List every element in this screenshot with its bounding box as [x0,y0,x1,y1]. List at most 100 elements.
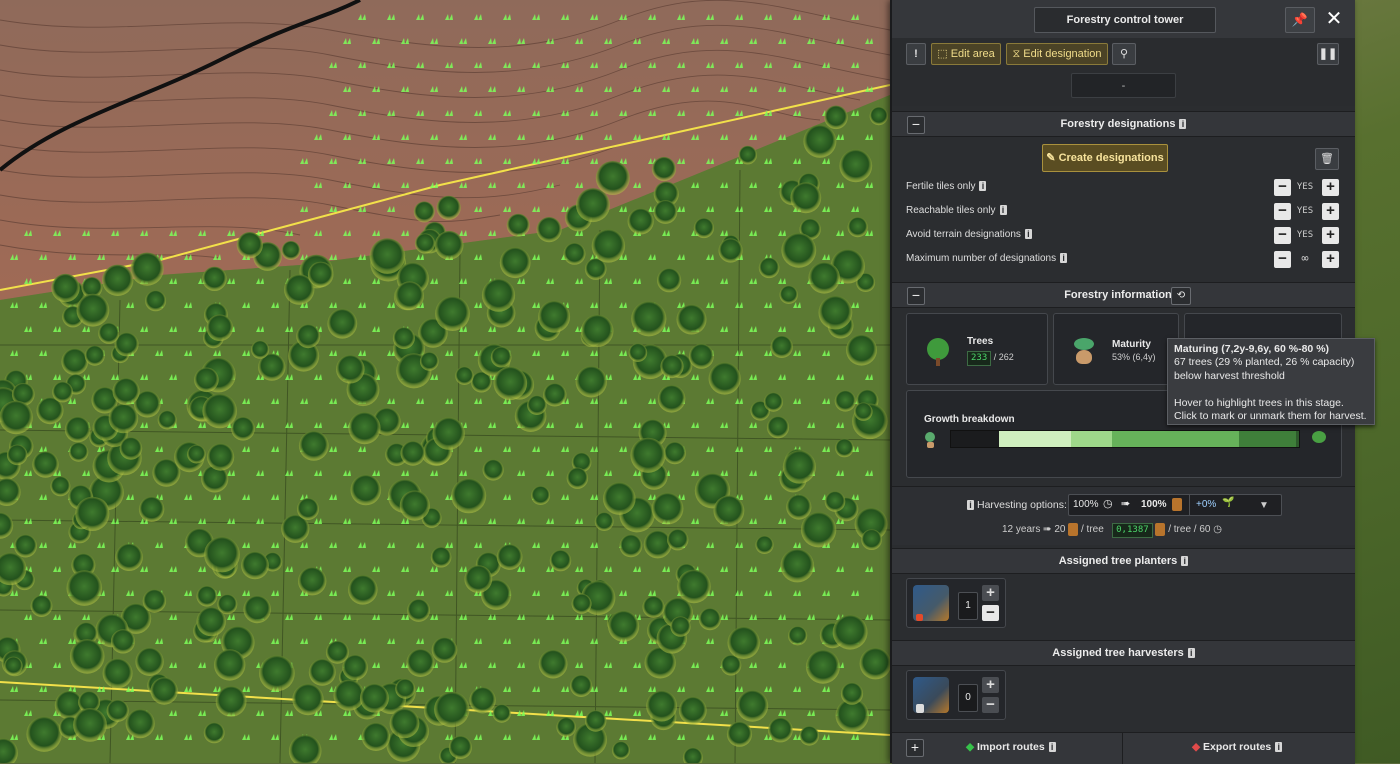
tree [708,362,741,395]
tree [780,548,815,583]
export-routes-button[interactable]: ◆ Export routes i [1192,741,1283,753]
tree [296,324,321,349]
tree [298,430,329,461]
increment-button[interactable]: + [1322,251,1339,268]
increment-button[interactable]: + [1322,179,1339,196]
decrement-button[interactable]: − [1274,179,1291,196]
tree [651,156,677,182]
info-icon[interactable]: i [1060,253,1068,264]
tree [125,709,155,739]
pause-button[interactable]: ❚❚ [1317,43,1339,65]
information-title: Forestry information [1064,289,1172,301]
tree [455,366,474,385]
tree [434,230,464,260]
sapling-icon [1074,338,1094,350]
growth-segment[interactable] [1238,431,1297,447]
tree [688,343,714,369]
tree [660,354,684,379]
tree [214,649,246,681]
tree [4,656,23,676]
info-icon[interactable]: i [1024,229,1032,240]
info-icon[interactable]: i [1048,742,1056,753]
tree-trunk [936,358,940,366]
trees-label: Trees [967,336,994,347]
info-icon[interactable]: i [979,181,987,192]
add-planter-button[interactable]: + [982,585,999,601]
increment-button[interactable]: + [1322,203,1339,220]
tree [713,495,745,527]
growth-segment[interactable] [1071,431,1112,447]
tree [202,266,227,291]
sapling-icon: 🌱 [1222,497,1235,508]
tree [150,677,178,705]
import-routes-button[interactable]: ◆ Import routes i [966,741,1056,753]
tree [389,708,420,739]
tree [243,595,271,624]
decrement-button[interactable]: − [1274,227,1291,244]
tree [768,717,793,743]
harvest-years: 12 years [1002,524,1041,536]
tree [781,232,817,268]
designation-selector[interactable]: - [1071,73,1176,98]
delete-button[interactable]: 🗑 [1315,148,1339,170]
search-button[interactable]: ⚲ [1112,43,1136,65]
tooltip-line: Click to mark or unmark them for harvest… [1174,410,1367,423]
tree [419,352,439,371]
tree [297,498,319,520]
trees-card[interactable]: Trees 233 / 262 [906,313,1048,385]
import-label: Import routes [977,741,1045,753]
close-button[interactable]: ✕ [1320,7,1348,31]
decrement-button[interactable]: − [1274,251,1291,268]
info-icon[interactable]: i [1181,556,1189,567]
tree [231,416,255,441]
planter-count: 1 [958,592,978,620]
decrement-button[interactable]: − [1274,203,1291,220]
notification-button[interactable]: ! [906,43,926,65]
growth-bar[interactable] [950,430,1300,448]
refresh-button[interactable]: ⟲ [1171,287,1191,305]
tree [110,629,136,654]
growth-segment[interactable] [1296,431,1299,447]
tree [145,290,167,312]
tree [130,252,164,286]
create-designations-icon: ✎ [1046,152,1059,164]
tree [790,182,822,214]
growth-segment[interactable] [1111,431,1239,447]
tree [202,393,237,429]
tree [115,543,143,571]
planter-slot: 1 + − [906,578,1006,628]
info-icon[interactable]: i [999,205,1007,216]
tree [628,343,648,363]
info-icon[interactable]: i [1179,119,1187,130]
expand-routes-button[interactable]: + [906,739,924,757]
forest-map[interactable] [0,0,890,763]
tree [847,217,868,238]
maturity-card[interactable]: Maturity 53% (6,4y) [1053,313,1179,385]
tree [726,721,753,747]
growth-segment[interactable] [999,431,1072,447]
pin-button[interactable]: 📌 [1285,7,1315,33]
add-harvester-button[interactable]: + [982,677,999,693]
info-icon[interactable]: i [967,500,974,511]
tree [839,149,873,183]
harvesting-dropdown[interactable]: 100% ◷ ➠ 100% +0% 🌱 ▼ [1068,494,1282,516]
create-designations-button[interactable]: ✎ Create designations [1042,144,1168,172]
info-icon[interactable]: i [1187,648,1195,659]
increment-button[interactable]: + [1322,227,1339,244]
trees-count: 233 [967,351,992,366]
tree [627,208,654,235]
tree [698,608,722,631]
tree [538,300,571,333]
tree [805,649,840,684]
info-icon[interactable]: i [1275,742,1283,753]
tree [464,565,493,593]
edit-area-button[interactable]: ⬚ Edit area [931,43,1001,65]
tree [549,549,572,572]
remove-harvester-button[interactable]: − [982,697,999,713]
remove-planter-button[interactable]: − [982,605,999,621]
growth-segment[interactable] [951,431,1000,447]
tree [493,366,528,401]
edit-designation-button[interactable]: ⧖ Edit designation [1006,43,1108,65]
tree [676,304,707,335]
harvest-rate: 0,1387 [1112,523,1153,539]
